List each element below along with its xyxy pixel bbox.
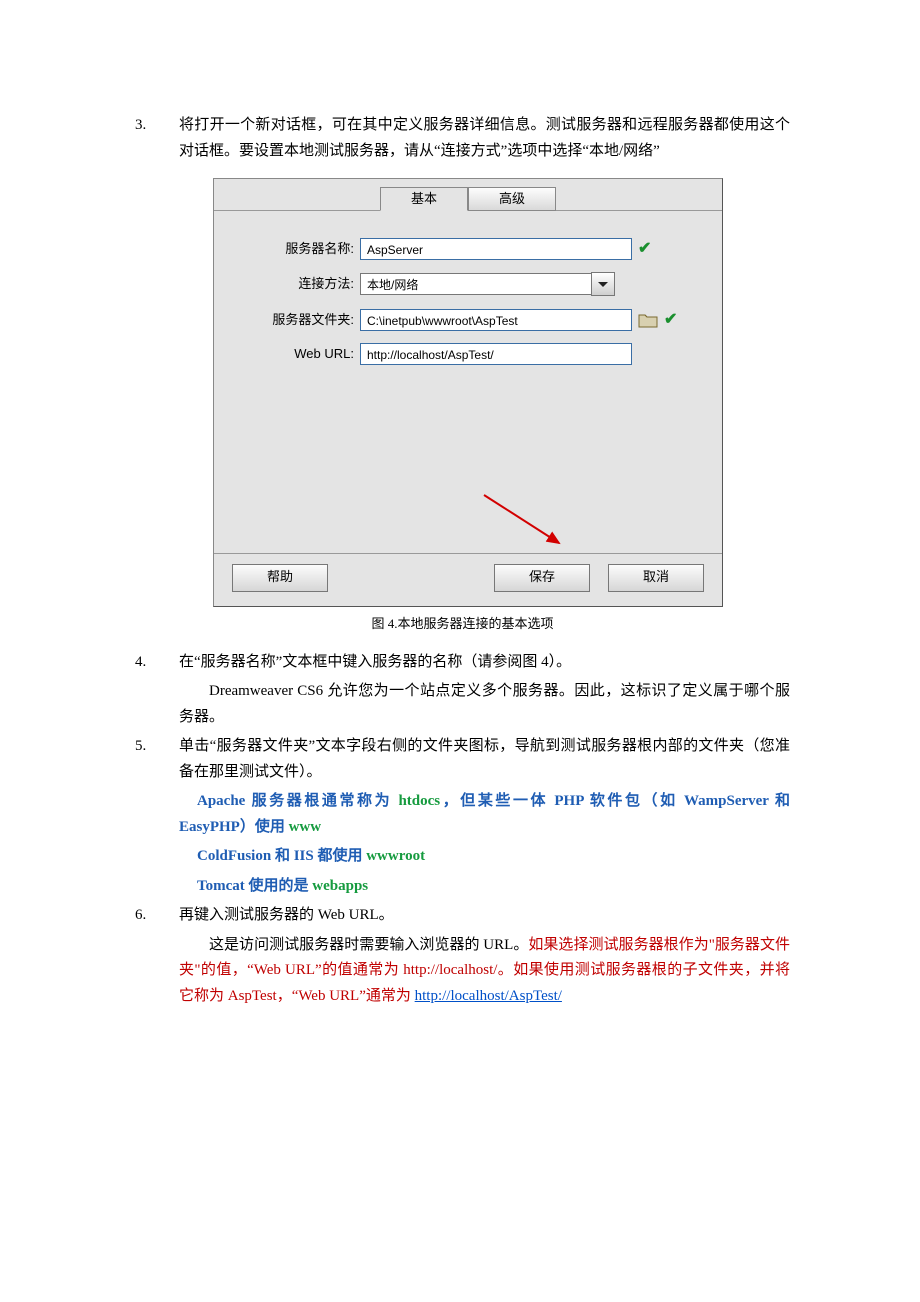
step-6-number: 6.	[135, 903, 179, 929]
localhost-link[interactable]: http://localhost/AspTest/	[415, 988, 562, 1004]
step-4-detail: Dreamweaver CS6 允许您为一个站点定义多个服务器。因此，这标识了定…	[179, 679, 790, 730]
step-5-number: 5.	[135, 734, 179, 785]
red-arrow-annotation	[214, 503, 684, 543]
label-server-name: 服务器名称:	[214, 238, 360, 260]
label-connection: 连接方法:	[214, 273, 360, 295]
step-6-text: 再键入测试服务器的 Web URL。	[179, 903, 790, 929]
step-5-coldfusion: ColdFusion 和 IIS 都使用 wwwroot	[179, 844, 790, 870]
folder-icon[interactable]	[638, 311, 658, 329]
step-6-detail: 这是访问测试服务器时需要输入浏览器的 URL。如果选择测试服务器根作为"服务器文…	[179, 933, 790, 1010]
label-server-folder: 服务器文件夹:	[214, 309, 360, 331]
step-4-number: 4.	[135, 650, 179, 676]
step-3-text: 将打开一个新对话框，可在其中定义服务器详细信息。测试服务器和远程服务器都使用这个…	[179, 113, 790, 164]
chevron-down-icon[interactable]	[591, 272, 615, 296]
tab-basic[interactable]: 基本	[380, 187, 468, 211]
step-5-apache: Apache 服务器根通常称为 htdocs，但某些一体 PHP 软件包（如 W…	[179, 789, 790, 840]
select-connection[interactable]: 本地/网络	[360, 273, 592, 295]
server-dialog: 基本 高级 服务器名称: AspServer ✔ 连接方法: 本地/网络 服务器…	[213, 178, 723, 607]
help-button[interactable]: 帮助	[232, 564, 328, 592]
tab-advanced[interactable]: 高级	[468, 187, 556, 211]
cancel-button[interactable]: 取消	[608, 564, 704, 592]
step-3-number: 3.	[135, 113, 179, 164]
input-server-name[interactable]: AspServer	[360, 238, 632, 260]
input-server-folder[interactable]: C:\inetpub\wwwroot\AspTest	[360, 309, 632, 331]
step-4-text: 在“服务器名称”文本框中键入服务器的名称（请参阅图 4）。	[179, 650, 790, 676]
step-5-tomcat: Tomcat 使用的是 webapps	[179, 874, 790, 900]
label-web-url: Web URL:	[214, 343, 360, 365]
step-5-text: 单击“服务器文件夹”文本字段右侧的文件夹图标，导航到测试服务器根内部的文件夹（您…	[179, 734, 790, 785]
save-button[interactable]: 保存	[494, 564, 590, 592]
check-icon: ✔	[638, 235, 651, 262]
check-icon: ✔	[664, 306, 677, 333]
figure-caption: 图 4.本地服务器连接的基本选项	[135, 613, 790, 635]
input-web-url[interactable]: http://localhost/AspTest/	[360, 343, 632, 365]
